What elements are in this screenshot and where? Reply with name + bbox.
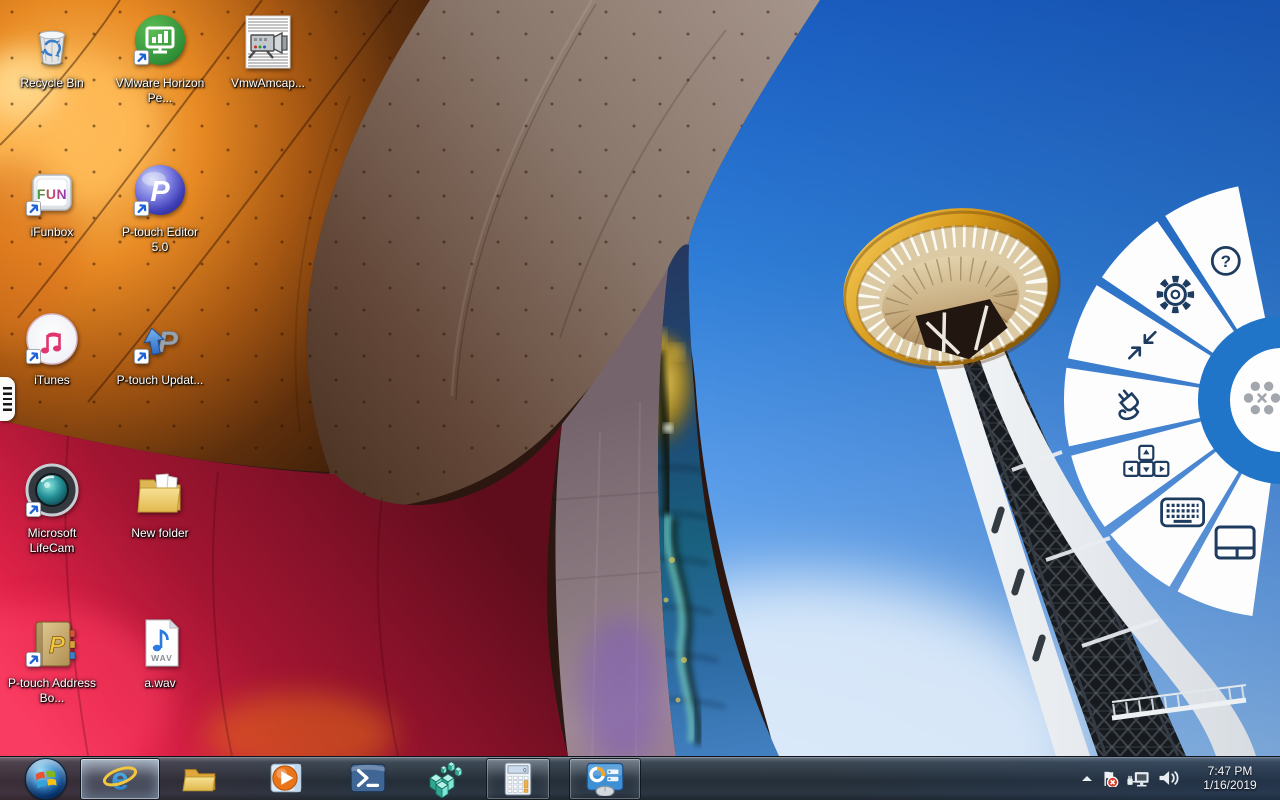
desktop-icon-vmwamcap[interactable]: VmwAmcap... [220,10,316,91]
show-hidden-icons-button[interactable] [1080,773,1094,783]
taskbar-button-windows-explorer[interactable] [171,758,229,798]
powershell-icon [350,763,386,793]
speaker-icon [1159,771,1179,785]
taskbar-button-media-player[interactable] [257,758,315,798]
desktop-icon-recycle-bin[interactable]: Recycle Bin [4,10,100,91]
windows-explorer-icon [182,769,216,792]
desktop-icon-label: Microsoft LifeCam [27,526,77,555]
desktop-icon-label: VmwAmcap... [230,76,305,90]
desktop-icon-label: P-touch Address Bo... [7,676,97,705]
recycle-bin-icon [39,30,65,66]
taskbar-button-calculator[interactable]: 0 [486,758,550,800]
flag-alert-icon [1104,771,1119,787]
internet-explorer-icon: e [102,761,138,797]
lifecam-icon [25,463,79,517]
desktop-icon-label: P-touch Updat... [116,373,204,387]
desktop-icon-label: a.wav [144,676,176,690]
desktop-icon-ptouch-address-book[interactable]: P P-touch Address Bo... [4,610,100,705]
action-center-button[interactable] [1100,769,1120,787]
clock-time: 7:47 PM [1207,763,1253,778]
volume-button[interactable] [1156,769,1180,787]
desktop-icon-vmware-horizon[interactable]: VMware Horizon Pe... [112,10,208,105]
video-capture-icon [245,15,291,69]
desktop-icon-ptouch-update[interactable]: P P-touch Updat... [112,307,208,388]
svg-text:e: e [111,761,129,797]
desktop-icon-ifunbox[interactable]: FUN iFunbox [4,159,100,240]
svg-text:FUN: FUN [37,186,67,202]
windows-start-orb-icon [35,770,57,789]
start-button[interactable] [25,758,67,800]
svg-text:WAV: WAV [151,653,173,663]
svg-text:P: P [158,326,179,359]
taskbar-clock[interactable]: 7:47 PM 1/16/2019 [1186,764,1274,793]
desktop-icon-label: iFunbox [30,225,74,239]
media-player-icon [270,763,302,793]
registry-cubes-icon [429,761,462,798]
svg-text:?: ? [1221,252,1231,271]
svg-text:P: P [49,632,66,659]
desktop-icon-lifecam[interactable]: Microsoft LifeCam [4,460,100,555]
itunes-icon [26,313,78,365]
desktop-icon-label: P-touch Editor 5.0 [121,225,199,254]
network-button[interactable] [1126,769,1150,787]
vmware-horizon-icon [134,15,185,65]
control-panel-icon [586,762,624,796]
desktop-icon-label: VMware Horizon Pe... [115,76,205,105]
folder-icon [137,473,181,513]
radial-menu: ? [1064,186,1280,616]
desktop-icon-ptouch-editor[interactable]: P P-touch Editor 5.0 [112,159,208,254]
chevron-up-icon [1082,776,1092,781]
taskbar-button-control-panel[interactable] [569,758,641,800]
wav-file-icon: WAV [145,618,180,667]
ifunbox-icon: FUN [26,174,72,216]
taskbar-button-powershell[interactable] [339,758,397,798]
desktop: ? Recycle Bin VMware Horizon Pe... VmwAm… [0,0,1280,800]
ptouch-update-icon: P [134,326,179,364]
svg-text:P: P [150,176,170,208]
desktop-icon-a-wav[interactable]: WAV a.wav [112,610,208,691]
taskbar-button-internet-explorer[interactable]: e [80,758,160,800]
taskbar-button-registry-editor[interactable] [415,758,473,798]
desktop-icon-label: Recycle Bin [20,76,84,90]
system-tray: 7:47 PM 1/16/2019 [1080,756,1280,800]
ptouch-editor-icon: P [134,165,185,216]
network-icon [1127,772,1149,787]
desktop-icon-label: iTunes [34,373,70,387]
address-book-icon: P [26,621,76,667]
menu-pull-tab-grip-icon [3,387,12,411]
clock-date: 1/16/2019 [1203,778,1257,792]
desktop-icon-new-folder[interactable]: New folder [112,460,208,541]
desktop-icon-label: New folder [131,526,189,540]
svg-text:0: 0 [523,768,526,774]
desktop-icon-itunes[interactable]: iTunes [4,307,100,388]
calculator-icon: 0 [504,762,532,796]
